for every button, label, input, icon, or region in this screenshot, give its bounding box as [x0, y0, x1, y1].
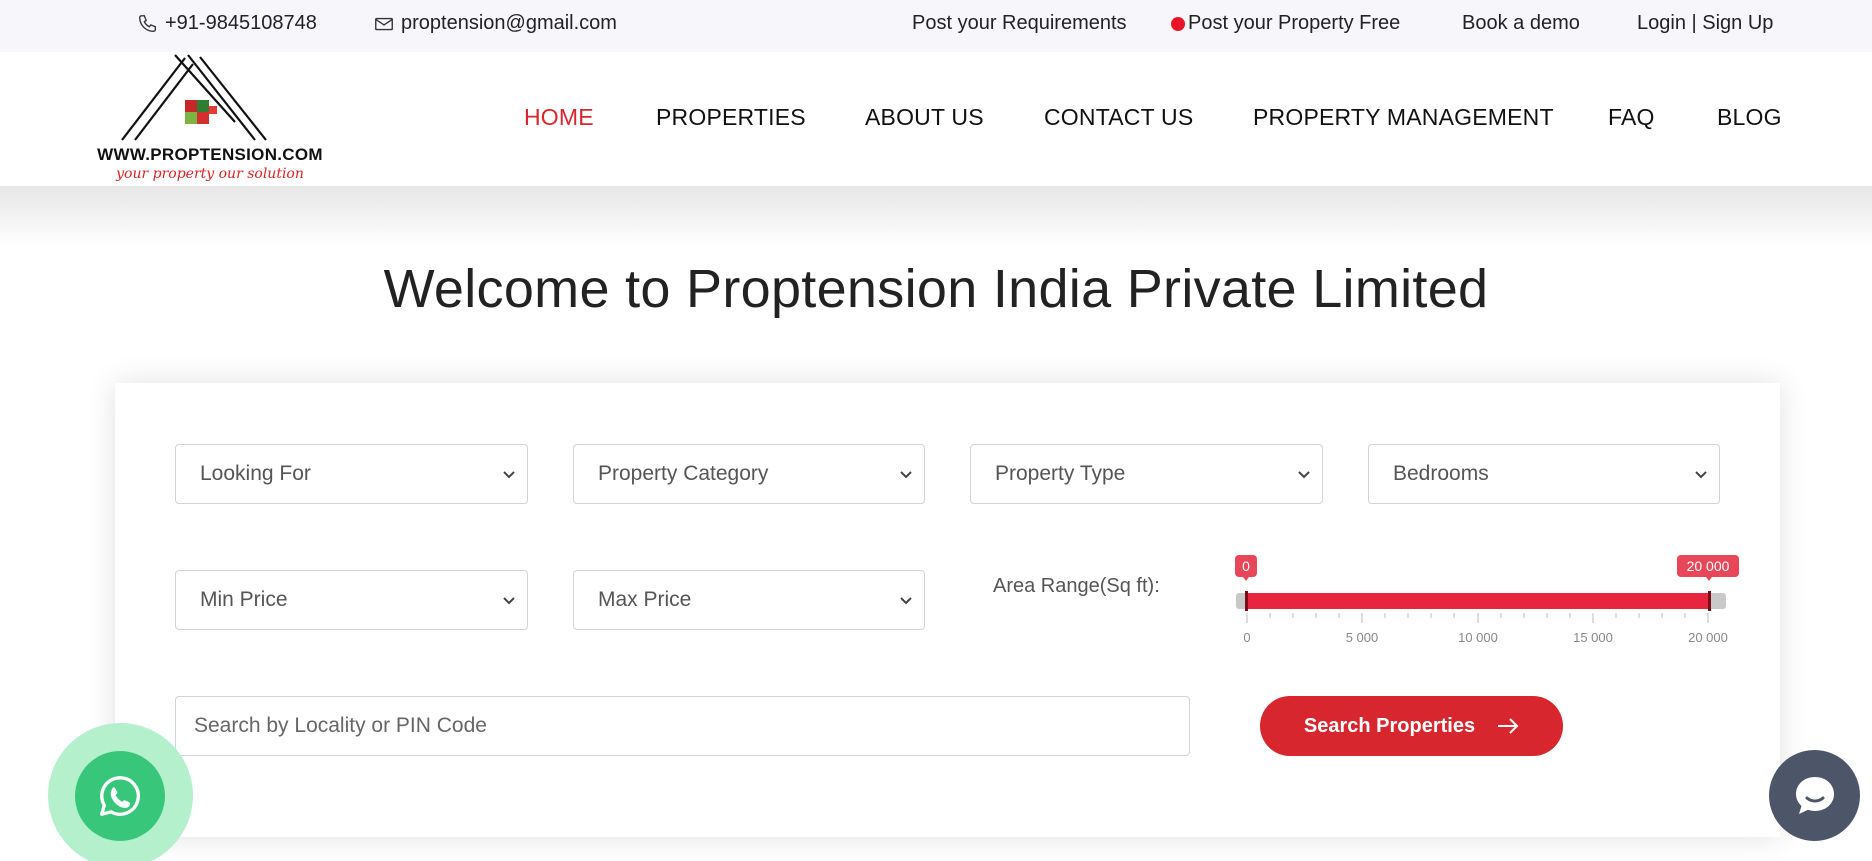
slider-ticks: [1246, 613, 1709, 623]
email-contact[interactable]: proptension@gmail.com: [373, 12, 617, 35]
chevron-down-icon: [1695, 471, 1707, 479]
chat-button[interactable]: [1769, 750, 1860, 841]
looking-for-value: Looking For: [200, 462, 311, 485]
area-range-slider[interactable]: 0 20 000 0 5 000 10 000 15 000 20 000: [1230, 550, 1740, 650]
site-logo[interactable]: WWW.PROPTENSION.COM your property our so…: [90, 52, 330, 186]
page-title: Welcome to Proptension India Private Lim…: [383, 259, 1489, 319]
book-demo-link[interactable]: Book a demo: [1462, 12, 1580, 35]
chevron-down-icon: [900, 597, 912, 605]
post-requirements-link[interactable]: Post your Requirements: [912, 12, 1127, 35]
mail-icon: [375, 17, 393, 30]
login-signup-label: Login | Sign Up: [1637, 12, 1774, 34]
chevron-down-icon: [900, 471, 912, 479]
slider-min-tooltip: 0: [1235, 555, 1257, 581]
slider-max-label: 20 000: [1687, 558, 1730, 574]
post-property-link[interactable]: Post your Property Free: [1171, 12, 1400, 35]
nav-about-us[interactable]: ABOUT US: [865, 104, 984, 131]
email-address: proptension@gmail.com: [401, 12, 617, 34]
min-price-select[interactable]: Min Price: [175, 570, 528, 630]
looking-for-select[interactable]: Looking For: [175, 444, 528, 504]
nav-blog[interactable]: BLOG: [1717, 104, 1782, 131]
max-price-select[interactable]: Max Price: [573, 570, 925, 630]
whatsapp-button[interactable]: [75, 751, 165, 841]
locality-search-placeholder: Search by Locality or PIN Code: [194, 714, 487, 737]
book-demo-label: Book a demo: [1462, 12, 1580, 34]
nav-property-management[interactable]: PROPERTY MANAGEMENT: [1253, 104, 1554, 131]
slider-min-handle[interactable]: [1245, 591, 1248, 611]
logo-site-text: WWW.PROPTENSION.COM: [97, 145, 323, 164]
property-type-value: Property Type: [995, 462, 1126, 485]
header-shadow: [0, 186, 1872, 246]
slider-tick-label: 15 000: [1573, 630, 1613, 645]
post-property-label: Post your Property Free: [1188, 12, 1401, 34]
nav-home[interactable]: HOME: [524, 104, 594, 131]
logo-tagline: your property our solution: [116, 166, 304, 182]
chevron-down-icon: [503, 597, 515, 605]
property-category-select[interactable]: Property Category: [573, 444, 925, 504]
search-properties-button[interactable]: Search Properties: [1260, 696, 1563, 756]
max-price-value: Max Price: [598, 588, 692, 611]
slider-tick-label: 5 000: [1346, 630, 1379, 645]
chat-icon: [1795, 776, 1834, 814]
nav-faq[interactable]: FAQ: [1608, 104, 1655, 131]
slider-tick-label: 20 000: [1688, 630, 1728, 645]
phone-contact[interactable]: +91-9845108748: [137, 12, 317, 35]
arrow-right-icon: [1498, 718, 1519, 734]
whatsapp-icon: [100, 776, 140, 816]
chevron-down-icon: [503, 471, 515, 479]
login-signup-link[interactable]: Login | Sign Up: [1637, 12, 1773, 35]
phone-icon: [139, 14, 157, 32]
search-properties-label: Search Properties: [1303, 714, 1476, 737]
slider-selected-range: [1247, 593, 1709, 609]
slider-max-tooltip: 20 000: [1677, 555, 1739, 581]
nav-contact-us[interactable]: CONTACT US: [1044, 104, 1193, 131]
top-bar: +91-9845108748 proptension@gmail.com Pos…: [0, 0, 1872, 52]
slider-tick-label: 10 000: [1458, 630, 1498, 645]
property-category-value: Property Category: [598, 462, 769, 485]
phone-number: +91-9845108748: [165, 12, 317, 34]
min-price-value: Min Price: [200, 588, 288, 611]
bedrooms-value: Bedrooms: [1393, 462, 1489, 485]
chevron-down-icon: [1298, 471, 1310, 479]
post-requirements-label: Post your Requirements: [912, 12, 1127, 34]
area-range-label: Area Range(Sq ft):: [993, 575, 1160, 597]
nav-properties[interactable]: PROPERTIES: [656, 104, 806, 131]
locality-search-input[interactable]: Search by Locality or PIN Code: [175, 696, 1190, 756]
slider-tick-label: 0: [1243, 630, 1250, 645]
house-logo-icon: [121, 54, 267, 141]
live-dot-icon: [1171, 16, 1185, 31]
slider-min-label: 0: [1242, 558, 1250, 574]
property-type-select[interactable]: Property Type: [970, 444, 1323, 504]
slider-max-handle[interactable]: [1708, 591, 1711, 611]
bedrooms-select[interactable]: Bedrooms: [1368, 444, 1720, 504]
